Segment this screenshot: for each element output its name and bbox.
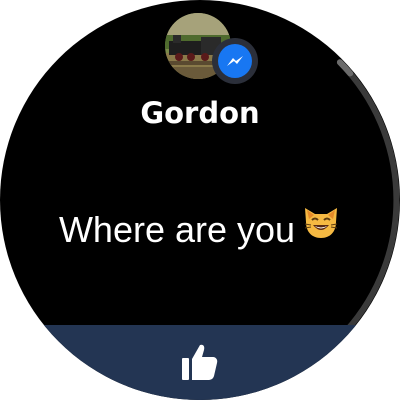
watch-screen: Gordon Where are you xyxy=(0,0,400,400)
thumbs-up-reply-button[interactable] xyxy=(0,325,400,400)
thumbs-up-icon xyxy=(182,344,218,380)
scroll-thumb xyxy=(336,59,354,77)
